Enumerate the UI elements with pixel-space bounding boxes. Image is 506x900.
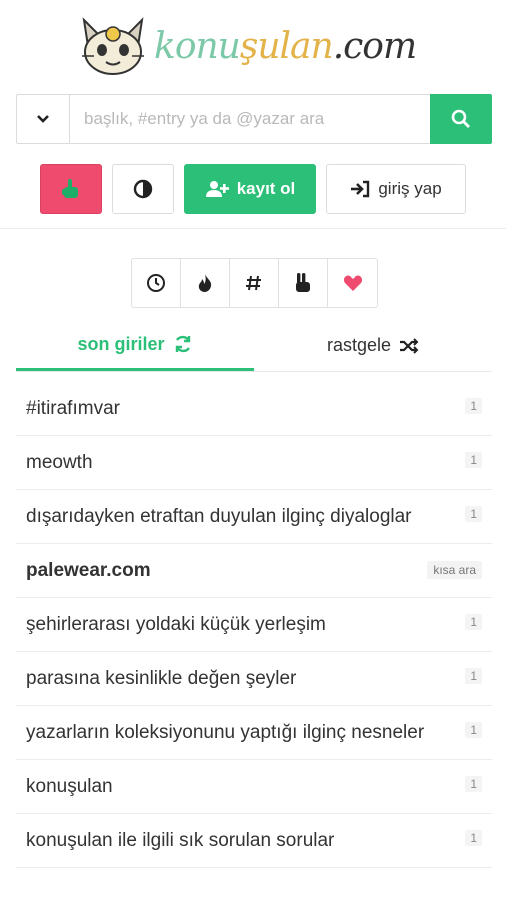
logo-part-3: .com [332,26,417,67]
entry-count: 1 [465,722,482,738]
tab-hashtag[interactable] [230,259,279,307]
tab-recent[interactable] [132,259,181,307]
peace-hand-icon [296,273,310,292]
theme-toggle-button[interactable] [112,164,174,214]
tab-son-giriler[interactable]: son giriler [16,320,254,371]
list-item[interactable]: yazarların koleksiyonunu yaptığı ilginç … [16,706,492,760]
tab-son-giriler-label: son giriler [77,333,165,354]
logo-part-2: şulan [239,26,334,67]
search-bar [16,94,492,144]
fire-icon [198,274,212,292]
list-item[interactable]: #itirafımvar 1 [16,382,492,436]
hand-button[interactable] [40,164,102,214]
topic-title[interactable]: konuşulan [26,774,113,799]
chevron-down-icon [37,115,49,123]
contrast-icon [133,179,153,199]
list-item[interactable]: konuşulan ile ilgili sık sorulan sorular… [16,814,492,868]
list-item-sponsored[interactable]: palewear.com kısa ara [16,544,492,598]
logo-part-1: konu [154,26,241,67]
login-button[interactable]: giriş yap [326,164,466,214]
hashtag-icon [246,275,261,291]
topic-title[interactable]: parasına kesinlikle değen şeyler [26,666,296,691]
header-divider [0,228,506,229]
tab-favorites[interactable] [328,259,377,307]
list-item[interactable]: parasına kesinlikle değen şeyler 1 [16,652,492,706]
search-icon [451,109,470,128]
entry-count: 1 [465,398,482,414]
topic-title[interactable]: palewear.com [26,558,151,583]
list-item[interactable]: dışarıdayken etraftan duyulan ilginç diy… [16,490,492,544]
ad-badge: kısa ara [427,561,482,579]
topic-title[interactable]: şehirlerarası yoldaki küçük yerleşim [26,612,326,637]
topic-title[interactable]: #itirafımvar [26,396,120,421]
topic-title[interactable]: konuşulan ile ilgili sık sorulan sorular [26,828,334,853]
topic-title[interactable]: meowth [26,450,93,475]
tab-rastgele[interactable]: rastgele [254,320,492,371]
category-icon-tabs [131,258,378,308]
entry-count: 1 [465,506,482,522]
clock-icon [147,274,165,292]
tab-popular[interactable] [181,259,230,307]
topic-list: #itirafımvar 1 meowth 1 dışarıdayken etr… [16,382,492,868]
list-item[interactable]: şehirlerarası yoldaki küçük yerleşim 1 [16,598,492,652]
search-dropdown-button[interactable] [17,95,70,143]
pointing-hand-icon [62,179,78,198]
shuffle-icon [400,337,419,354]
entry-count: 1 [465,830,482,846]
search-input[interactable] [70,95,430,143]
entry-count: 1 [465,614,482,630]
cat-mascot-icon [82,17,144,75]
refresh-icon [175,335,190,353]
tab-peace[interactable] [279,259,328,307]
search-button[interactable] [430,94,492,144]
list-item[interactable]: konuşulan 1 [16,760,492,814]
tab-rastgele-label: rastgele [326,335,392,355]
entry-count: 1 [465,776,482,792]
topic-title[interactable]: yazarların koleksiyonunu yaptığı ilginç … [26,720,424,745]
heart-icon [343,275,362,291]
section-tabs: son giriler rastgele [16,320,492,372]
entry-count: 1 [465,668,482,684]
header-actions: kayıt ol giriş yap [40,164,466,214]
register-button[interactable]: kayıt ol [184,164,316,214]
login-label: giriş yap [378,179,442,198]
list-item[interactable]: meowth 1 [16,436,492,490]
entry-count: 1 [465,452,482,468]
user-plus-icon [205,181,229,197]
register-label: kayıt ol [236,179,296,198]
topic-title[interactable]: dışarıdayken etraftan duyulan ilginç diy… [26,504,412,529]
logo-wordmark: konuşulan.com [154,26,417,67]
sign-in-icon [351,180,370,198]
site-logo[interactable]: konuşulan.com [78,12,438,82]
